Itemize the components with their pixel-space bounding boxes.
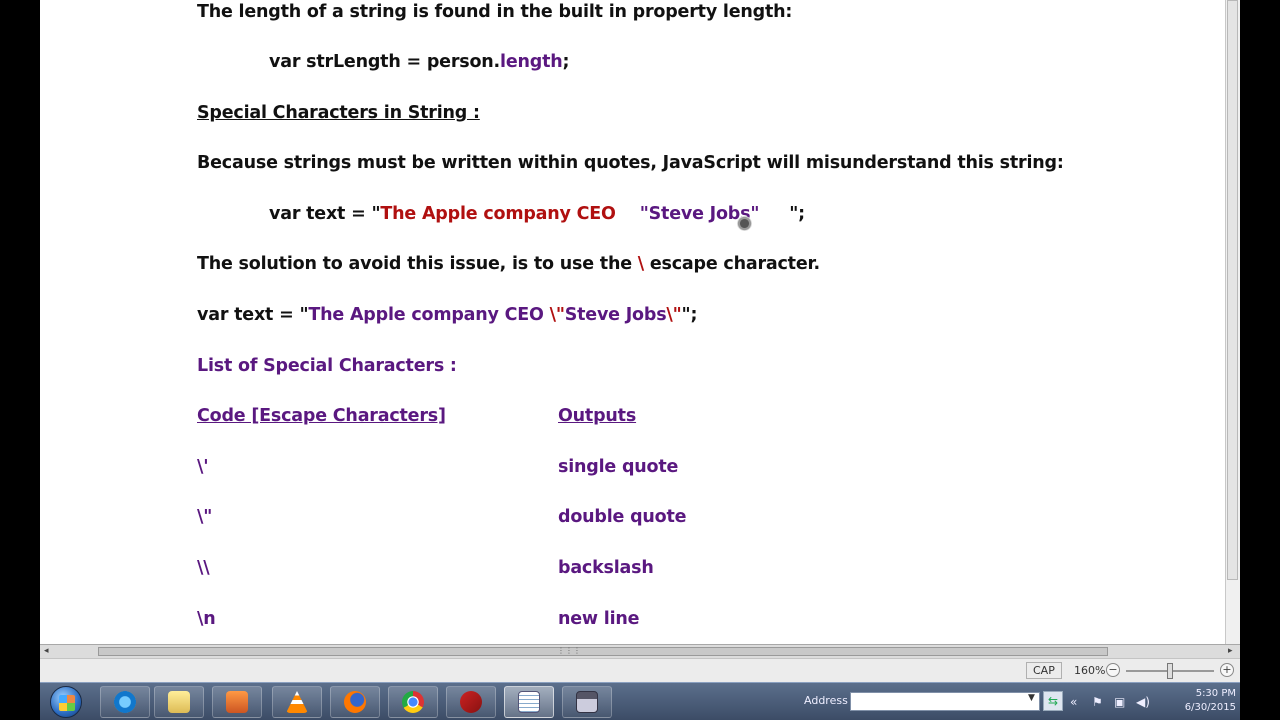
- escaped-quote-close: \": [666, 305, 682, 325]
- firefox-icon: [344, 691, 366, 713]
- taskbar: Address ▼ ⇆ « ⚑ ▣ ◀) 5:30 PM 6/30/2015: [40, 682, 1240, 720]
- zoom-in-button[interactable]: +: [1220, 663, 1234, 677]
- table-row-code: \": [197, 507, 213, 527]
- clock-date: 6/30/2015: [1184, 702, 1236, 713]
- horizontal-scrollbar-thumb[interactable]: [98, 647, 1108, 656]
- folder-icon: [168, 691, 190, 713]
- table-header-outputs: Outputs: [558, 406, 637, 426]
- vlc-cone-icon: [286, 691, 308, 713]
- taskbar-notepad[interactable]: [504, 686, 554, 718]
- taskbar-vlc[interactable]: [272, 686, 322, 718]
- tray-network-icon[interactable]: ▣: [1114, 695, 1125, 709]
- code-broken-string: The Apple company CEO: [380, 204, 616, 224]
- escaped-end: ";: [681, 305, 698, 325]
- zoom-out-button[interactable]: −: [1106, 663, 1120, 677]
- list-special-characters-heading: List of Special Characters :: [197, 356, 457, 376]
- zoom-percentage[interactable]: 160%: [1074, 664, 1105, 677]
- table-row-output: single quote: [558, 457, 679, 477]
- escaped-part-a: var text = ": [197, 305, 309, 325]
- system-clock[interactable]: 5:30 PM 6/30/2015: [1164, 687, 1236, 715]
- zoom-slider-thumb[interactable]: [1167, 663, 1173, 679]
- screen-right-border: [1240, 0, 1280, 720]
- escaped-quote-open: \": [549, 305, 565, 325]
- text-line-because: Because strings must be written within q…: [197, 153, 1064, 173]
- table-row-code: \n: [197, 609, 216, 629]
- floppy-disk-icon: [576, 691, 598, 713]
- table-row-output: new line: [558, 609, 640, 629]
- address-label: Address: [804, 694, 848, 707]
- table-row-output: double quote: [558, 507, 687, 527]
- horizontal-scrollbar[interactable]: ◂ ⋮⋮⋮ ▸: [40, 644, 1240, 658]
- table-row-code: \\: [197, 558, 210, 578]
- notepad-icon: [518, 691, 540, 713]
- start-button[interactable]: [50, 686, 82, 718]
- taskbar-file-explorer[interactable]: [154, 686, 204, 718]
- code-line-var-text-escaped: var text = "The Apple company CEO \"Stev…: [197, 305, 697, 325]
- table-row-output: backslash: [558, 558, 654, 578]
- tray-chevron-icon[interactable]: «: [1070, 695, 1077, 709]
- address-input[interactable]: [850, 692, 1040, 711]
- text-line-length-property: The length of a string is found in the b…: [197, 2, 793, 22]
- code-line-strlength: var strLength = person.length;: [269, 52, 570, 72]
- taskbar-chrome[interactable]: [388, 686, 438, 718]
- text-line-solution: The solution to avoid this issue, is to …: [197, 254, 820, 274]
- taskbar-filezilla[interactable]: [446, 686, 496, 718]
- code-broken-end: ";: [789, 204, 805, 224]
- solution-part-a: The solution to avoid this issue, is to …: [197, 254, 638, 274]
- caps-lock-indicator: CAP: [1026, 662, 1062, 679]
- scroll-grip-icon: ⋮⋮⋮: [557, 646, 581, 655]
- heading-special-characters: Special Characters in String :: [197, 103, 480, 123]
- windows-logo-icon: [59, 695, 75, 711]
- code-line-var-text-broken: var text = "The Apple company CEO "Steve …: [269, 204, 805, 224]
- chrome-icon: [402, 691, 424, 713]
- internet-explorer-icon: [114, 691, 136, 713]
- vertical-scrollbar-thumb[interactable]: [1227, 0, 1238, 580]
- scroll-left-arrow-icon[interactable]: ◂: [44, 646, 49, 656]
- document-viewport[interactable]: The length of a string is found in the b…: [40, 0, 1225, 644]
- escaped-name: Steve Jobs: [564, 305, 667, 325]
- taskbar-firefox[interactable]: [330, 686, 380, 718]
- status-bar: CAP 160% − +: [40, 658, 1240, 682]
- address-go-button[interactable]: ⇆: [1043, 691, 1063, 711]
- table-row-code: \': [197, 457, 209, 477]
- escaped-string: The Apple company CEO: [308, 305, 550, 325]
- code-strlength-part-c: ;: [562, 52, 570, 72]
- media-player-icon: [226, 691, 248, 713]
- mouse-cursor-icon: [737, 216, 752, 231]
- tray-action-center-icon[interactable]: ⚑: [1092, 695, 1103, 709]
- scroll-right-arrow-icon[interactable]: ▸: [1228, 646, 1233, 656]
- code-strlength-property: length: [500, 52, 563, 72]
- tray-volume-icon[interactable]: ◀): [1136, 695, 1150, 709]
- table-header-code: Code [Escape Characters]: [197, 406, 446, 426]
- taskbar-media-player[interactable]: [212, 686, 262, 718]
- filezilla-icon: [460, 691, 482, 713]
- code-broken-part-a: var text = ": [269, 204, 381, 224]
- code-strlength-part-a: var strLength = person.: [269, 52, 501, 72]
- taskbar-save-tool[interactable]: [562, 686, 612, 718]
- solution-part-c: escape character.: [643, 254, 820, 274]
- clock-time: 5:30 PM: [1195, 688, 1236, 699]
- address-dropdown-icon[interactable]: ▼: [1028, 693, 1035, 703]
- taskbar-internet-explorer[interactable]: [100, 686, 150, 718]
